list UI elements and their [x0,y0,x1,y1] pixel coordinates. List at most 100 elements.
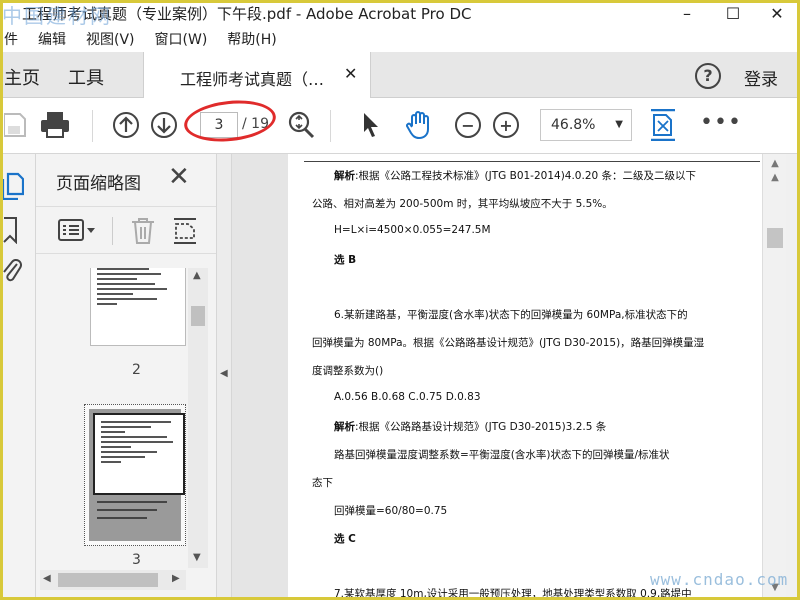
document-line-bold: 解析 [334,421,355,433]
document-line: 解析:根据《公路路基设计规范》(JTG D30-2015)3.2.5 条 [334,419,606,434]
thumbnails-panel: 页面缩略图 ✕ 2 3 ▲ ▼ ◀ ▶ [36,154,216,600]
zoom-select[interactable]: 46.8% ▼ [540,109,632,141]
scroll-up-icon[interactable]: ▲ [193,270,201,281]
save-icon[interactable] [0,110,30,140]
close-tab-icon[interactable]: ✕ [344,64,357,83]
document-line: 选 C [334,531,356,546]
document-line: 选 B [334,252,356,267]
bookmark-icon[interactable] [2,216,18,248]
menu-file[interactable]: 件 [4,29,18,49]
document-vertical-scrollbar[interactable]: ▲ ▲ ▼ [762,154,786,600]
document-line-text: 路基回弹模量湿度调整系数=平衡湿度(含水率)状态下的回弹模量/标准状 [334,449,670,461]
scroll-thumb[interactable] [191,306,205,326]
more-icon[interactable]: ••• [700,110,742,135]
fit-page-icon[interactable] [648,109,678,141]
down-arrow-icon[interactable] [149,110,179,140]
select-arrow-icon[interactable] [356,110,386,140]
up-arrow-icon[interactable] [111,110,141,140]
zoom-search-icon[interactable] [286,110,316,140]
page-thumbnail-3[interactable] [84,404,186,546]
toolbar-separator [92,110,93,142]
thumb-line [97,517,147,519]
close-window-button[interactable]: ✕ [754,0,800,26]
document-line: A.0.56 B.0.68 C.0.75 D.0.83 [334,391,481,403]
signin-button[interactable]: 登录 [744,65,778,90]
document-line-text: 度调整系数为() [312,365,384,377]
thumb-line [97,501,167,503]
document-line: 6.某新建路基，平衡湿度(含水率)状态下的回弹模量为 60MPa,标准状态下的 [334,307,688,322]
document-line: H=L×i=4500×0.055=247.5M [334,224,491,236]
thumb-current-page [89,409,185,541]
document-line: 态下 [312,475,333,490]
scroll-right-icon[interactable]: ▶ [172,573,180,584]
maximize-button[interactable]: ☐ [710,0,756,26]
document-line-text: :根据《公路工程技术标准》(JTG B01-2014)4.0.20 条：二级及二… [355,170,697,182]
print-icon[interactable] [40,110,70,140]
tab-tools[interactable]: 工具 [68,64,104,90]
scroll-down-icon[interactable]: ▼ [193,552,201,563]
thumbnail-list: 2 3 [36,268,186,568]
document-line: 路基回弹模量湿度调整系数=平衡湿度(含水率)状态下的回弹模量/标准状 [334,447,670,462]
tab-home[interactable]: 主页 [4,64,40,90]
close-panel-icon[interactable]: ✕ [168,162,190,192]
document-line-bold: 选 B [334,254,357,266]
scroll-thumb[interactable] [767,228,783,248]
pdf-page: 解析:根据《公路工程技术标准》(JTG B01-2014)4.0.20 条：二级… [288,154,762,600]
delete-icon[interactable] [130,217,156,249]
document-line-text: 回弹模量=60/80=0.75 [334,505,448,517]
page-thumbnail-2[interactable] [90,268,186,346]
menu-help[interactable]: 帮助(H) [227,29,276,49]
help-icon[interactable]: ? [695,63,721,89]
scroll-thumb[interactable] [58,573,158,587]
menu-edit[interactable]: 编辑 [38,29,66,49]
menu-view[interactable]: 视图(V) [86,29,135,49]
pages-icon[interactable] [1,172,25,204]
zoom-value: 46.8% [551,117,596,133]
tab-document[interactable]: 工程师考试真题（… ✕ [143,52,371,99]
document-line: 回弹模量=60/80=0.75 [334,503,447,518]
thumb-viewport-box [93,413,185,495]
menu-bar: 件 编辑 视图(V) 窗口(W) 帮助(H) [0,26,800,52]
thumbnail-horizontal-scrollbar[interactable]: ◀ ▶ [40,570,186,590]
document-line-bold: 选 C [334,533,356,545]
zoom-out-icon[interactable]: − [453,110,483,140]
tab-document-label: 工程师考试真题（… [180,70,325,89]
document-line-text: 7.某软基厚度 10m,设计采用一般预压处理，地基处理类型系数取 0.9,路堤中 [334,588,692,600]
collapse-left-icon: ◀ [220,368,228,379]
page-header [304,154,760,162]
hand-icon[interactable] [404,110,434,140]
menu-window[interactable]: 窗口(W) [155,29,208,49]
document-line: 回弹模量为 80MPa。根据《公路路基设计规范》(JTG D30-2015)，路… [312,335,704,350]
scroll-up-icon[interactable]: ▲ [763,172,787,183]
title-bar: 中国建材网 工程师考试真题（专业案例）下午段.pdf - Adobe Acrob… [0,0,800,28]
document-line: 7.某软基厚度 10m,设计采用一般预压处理，地基处理类型系数取 0.9,路堤中 [334,586,692,600]
document-line-text: A.0.56 B.0.68 C.0.75 D.0.83 [334,391,481,403]
thumbnail-vertical-scrollbar[interactable]: ▲ ▼ [188,268,208,568]
toolbar-separator [330,110,331,142]
panel-collapse-handle[interactable]: ◀ [216,154,232,600]
site-watermark: www.cndao.com [650,570,789,589]
document-line: 公路、相对高差为 200-500m 时，其平均纵坡应不大于 5.5%。 [312,196,613,211]
thumb-options-icon[interactable] [58,219,98,247]
insert-icon[interactable] [172,217,198,249]
zoom-in-icon[interactable]: + [491,110,521,140]
watermark-logo: 中国建材网 [2,4,112,28]
document-line-text: 态下 [312,477,333,489]
panel-separator [112,217,113,245]
document-line-text: :根据《公路路基设计规范》(JTG D30-2015)3.2.5 条 [355,421,607,433]
attachment-icon[interactable] [2,256,22,288]
document-line-text: 6.某新建路基，平衡湿度(含水率)状态下的回弹模量为 60MPa,标准状态下的 [334,309,688,321]
document-line-bold: 解析 [334,170,355,182]
document-line-text: 回弹模量为 80MPa。根据《公路路基设计规范》(JTG D30-2015)，路… [312,337,705,349]
main-toolbar: 3 / 19 − + 46.8% ▼ ••• [0,98,800,154]
document-line-text: 公路、相对高差为 200-500m 时，其平均纵坡应不大于 5.5%。 [312,198,613,210]
minimize-button[interactable]: – [664,0,710,26]
document-line-text: H=L×i=4500×0.055=247.5M [334,224,491,236]
scroll-left-icon[interactable]: ◀ [43,573,51,584]
document-line: 度调整系数为() [312,363,383,378]
page-number-label: 3 [132,552,141,568]
scroll-up-icon[interactable]: ▲ [763,158,787,169]
left-rail [0,154,36,600]
document-line: 解析:根据《公路工程技术标准》(JTG B01-2014)4.0.20 条：二级… [334,168,696,183]
thumb-line [97,509,157,511]
